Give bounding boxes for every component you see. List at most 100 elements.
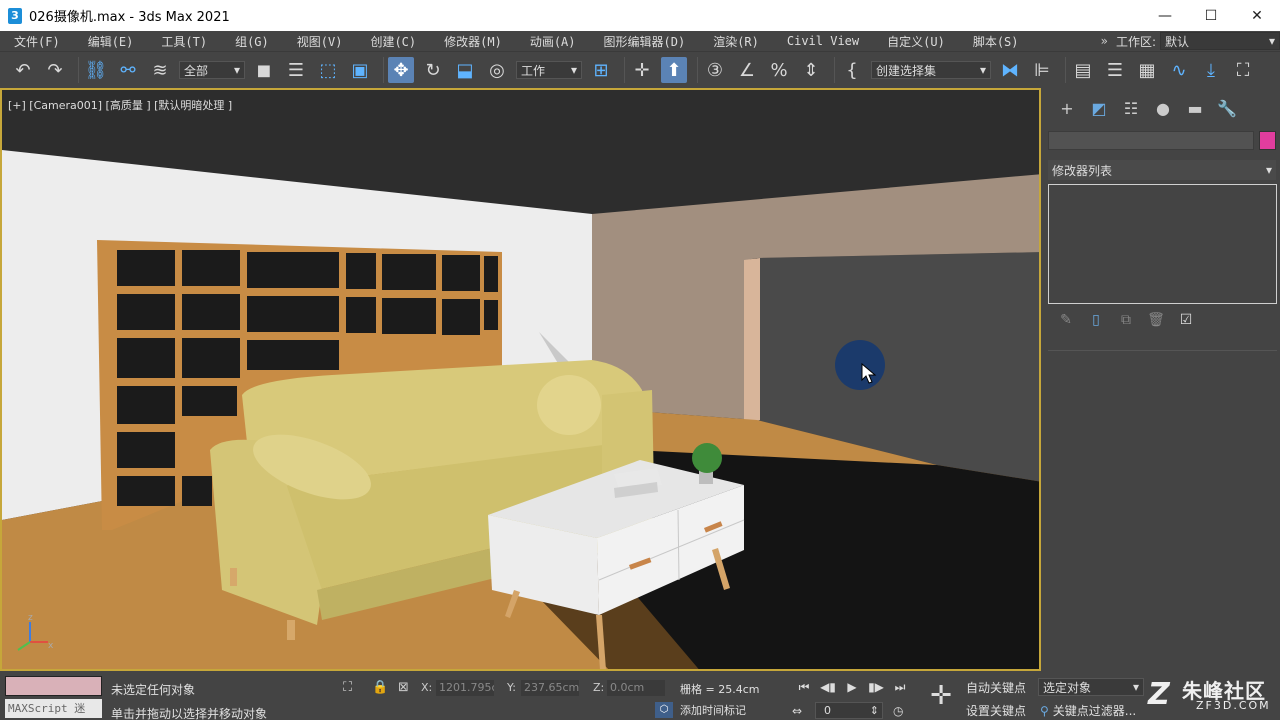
named-selection-dropdown[interactable]: 创建选择集 ▾ (871, 61, 991, 79)
auto-key-button[interactable]: 自动关键点 (966, 679, 1026, 696)
menu-graph-editors[interactable]: 图形编辑器(D) (590, 33, 700, 50)
absolute-mode-icon[interactable]: ⊠ (398, 680, 409, 695)
menu-edit[interactable]: 编辑(E) (74, 33, 148, 50)
current-frame-field[interactable]: 0 ⇕ (815, 702, 883, 719)
next-frame-icon[interactable]: ▮▶ (864, 680, 888, 695)
reference-coord-dropdown[interactable]: 工作 ▾ (516, 61, 582, 79)
place-icon[interactable]: ◎ (484, 57, 510, 83)
x-coordinate-field[interactable]: 1201.795c (436, 680, 494, 696)
remove-modifier-icon[interactable]: 🗑 (1141, 312, 1171, 328)
y-coordinate-field[interactable]: 237.65cm (521, 680, 579, 696)
minimize-button[interactable]: — (1142, 0, 1188, 31)
ribbon-icon[interactable]: ▦ (1134, 57, 1160, 83)
scene-render: z x (2, 90, 1039, 669)
play-icon[interactable]: ▶ (840, 680, 864, 695)
select-manipulate-icon[interactable]: ✛ (629, 57, 655, 83)
utilities-tab[interactable]: 🔧 (1211, 99, 1243, 118)
snap-toggle-icon[interactable]: ③ (702, 57, 728, 83)
keyboard-shortcut-override-icon[interactable]: ⬆ (661, 57, 687, 83)
unlink-icon[interactable]: ⚯ (115, 57, 141, 83)
z-coordinate-field[interactable]: 0.0cm (607, 680, 665, 696)
modifier-list-dropdown[interactable]: 修改器列表 ▾ (1048, 160, 1276, 180)
set-key-button[interactable]: 设置关键点 (966, 702, 1026, 719)
workspace-value: 默认 (1165, 34, 1190, 49)
material-editor-icon[interactable]: ⛶ (1230, 57, 1256, 83)
spinner-snap-icon[interactable]: ⇕ (798, 57, 824, 83)
maxscript-listener-swatch[interactable] (5, 676, 102, 696)
menu-civil-view[interactable]: Civil View (773, 34, 873, 48)
axis-x-label: x (48, 641, 54, 651)
select-icon[interactable]: ◼ (251, 57, 277, 83)
percent-snap-icon[interactable]: % (766, 57, 792, 83)
close-button[interactable]: ✕ (1234, 0, 1280, 31)
isolate-selection-icon[interactable]: ⛶ (343, 680, 352, 695)
go-to-start-icon[interactable]: ⏮ (792, 680, 816, 695)
maximize-button[interactable]: ☐ (1188, 0, 1234, 31)
schematic-view-icon[interactable]: ⤓ (1198, 57, 1224, 83)
bind-space-warp-icon[interactable]: ≋ (147, 57, 173, 83)
motion-tab[interactable]: ● (1147, 99, 1179, 118)
menu-customize[interactable]: 自定义(U) (873, 33, 959, 50)
menu-tools[interactable]: 工具(T) (147, 33, 221, 50)
mouse-cursor-icon (861, 362, 877, 384)
modify-tab[interactable]: ◩ (1083, 99, 1115, 118)
reference-coord-value: 工作 (521, 63, 546, 78)
select-by-name-icon[interactable]: ☰ (283, 57, 309, 83)
add-time-tag-button[interactable]: ⬡ 添加时间标记 (655, 702, 746, 718)
maxscript-mini-listener[interactable]: MAXScript 迷 (5, 699, 102, 718)
mirror-icon[interactable]: ⧓ (997, 57, 1023, 83)
time-configuration-icon[interactable]: ◷ (893, 704, 903, 718)
rect-region-icon[interactable]: ⬚ (315, 57, 341, 83)
go-to-end-icon[interactable]: ⏭ (888, 680, 912, 695)
link-icon[interactable]: ⛓ (83, 57, 109, 83)
window-crossing-icon[interactable]: ▣ (347, 57, 373, 83)
menu-overflow-icon[interactable]: » (1101, 34, 1108, 48)
menu-scripting[interactable]: 脚本(S) (959, 33, 1033, 50)
modifier-stack[interactable] (1048, 184, 1277, 304)
curve-editor-icon[interactable]: ∿ (1166, 57, 1192, 83)
pivot-icon[interactable]: ⊞ (588, 57, 614, 83)
menu-views[interactable]: 视图(V) (283, 33, 357, 50)
undo-icon[interactable]: ↶ (10, 57, 36, 83)
menu-file[interactable]: 文件(F) (0, 33, 74, 50)
add-time-tag-label: 添加时间标记 (680, 704, 746, 717)
make-unique-icon[interactable]: ⧉ (1111, 312, 1141, 328)
axis-z-label: z (28, 613, 33, 623)
scale-icon[interactable]: ⬓ (452, 57, 478, 83)
configure-modifier-sets-icon[interactable]: ☑ (1171, 312, 1201, 328)
viewport-label[interactable]: [+] [Camera001] [高质量 ] [默认明暗处理 ] (8, 97, 232, 113)
edit-named-sets-icon[interactable]: { (839, 57, 865, 83)
menu-group[interactable]: 组(G) (221, 33, 283, 50)
selection-filter-dropdown[interactable]: 全部 ▾ (179, 61, 245, 79)
community-watermark: Z 朱峰社区 ZF3D.COM (1148, 675, 1276, 717)
display-tab[interactable]: ▬ (1179, 99, 1211, 118)
toggle-scene-explorer-icon[interactable]: ▤ (1070, 57, 1096, 83)
key-filters-button[interactable]: ⚲ 关键点过滤器... (1040, 702, 1136, 719)
menu-animation[interactable]: 动画(A) (516, 33, 590, 50)
key-mode-icon[interactable]: ⇔ (792, 704, 812, 718)
menu-rendering[interactable]: 渲染(R) (699, 33, 773, 50)
lock-selection-icon[interactable]: 🔒 (372, 680, 388, 695)
redo-icon[interactable]: ↷ (42, 57, 68, 83)
layer-explorer-icon[interactable]: ☰ (1102, 57, 1128, 83)
object-color-swatch[interactable] (1259, 131, 1276, 150)
object-name-field[interactable] (1048, 131, 1254, 150)
show-end-result-icon[interactable]: ▯ (1081, 312, 1111, 328)
title-bar: 3 026摄像机.max - 3ds Max 2021 — ☐ ✕ (0, 0, 1280, 31)
spinner-icon[interactable]: ⇕ (870, 703, 879, 718)
menu-create[interactable]: 创建(C) (356, 33, 430, 50)
workspace-dropdown[interactable]: 默认 ▾ (1160, 32, 1280, 50)
previous-frame-icon[interactable]: ◀▮ (816, 680, 840, 695)
create-tab[interactable]: + (1051, 99, 1083, 118)
selected-set-dropdown[interactable]: 选定对象 ▾ (1038, 678, 1144, 696)
menu-modifiers[interactable]: 修改器(M) (430, 33, 516, 50)
toolbar-divider (1065, 57, 1066, 83)
move-icon[interactable]: ✥ (388, 57, 414, 83)
pin-stack-icon[interactable]: ✎ (1051, 312, 1081, 328)
hierarchy-tab[interactable]: ☷ (1115, 99, 1147, 118)
camera-viewport[interactable]: z x [+] [Camera001] [高质量 ] [默认明暗处理 ] (0, 88, 1041, 671)
align-icon[interactable]: ⊫ (1029, 57, 1055, 83)
angle-snap-icon[interactable]: ∠ (734, 57, 760, 83)
rotate-icon[interactable]: ↻ (420, 57, 446, 83)
set-key-icon[interactable]: ✛ (922, 677, 960, 715)
